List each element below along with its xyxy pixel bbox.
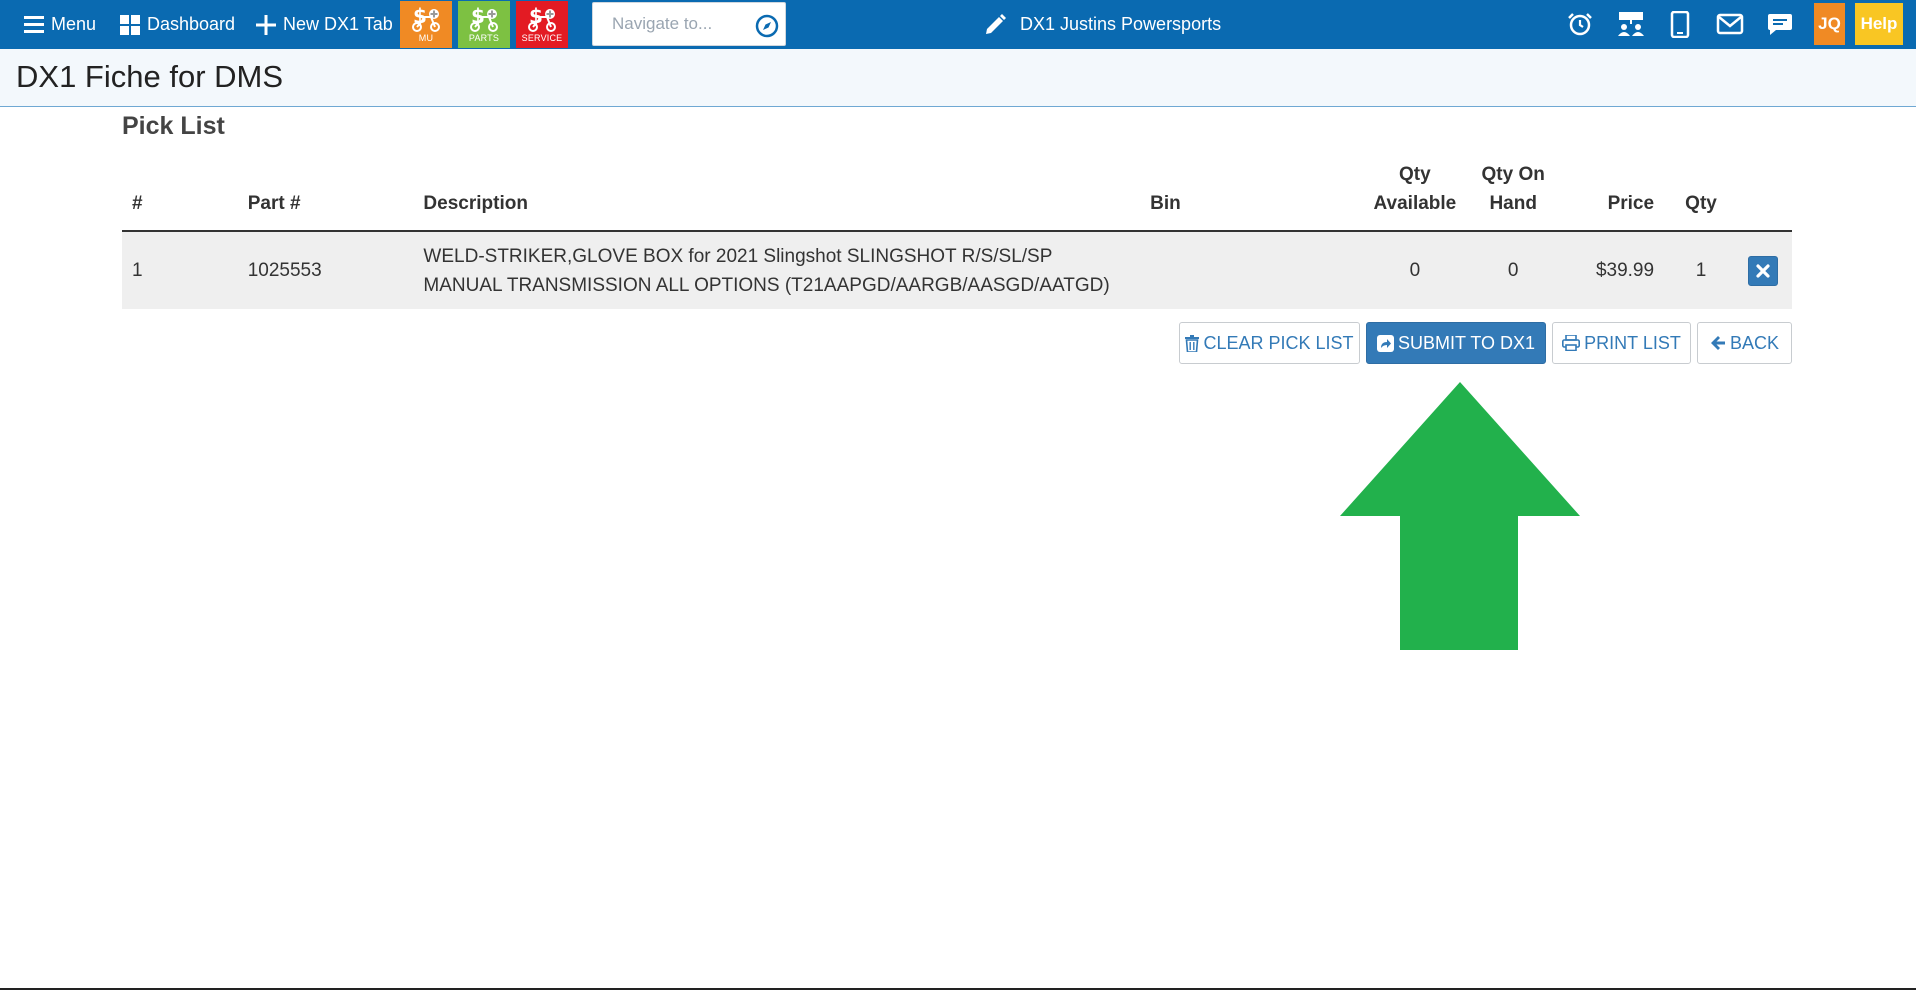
header-qty-available-line1: Qty xyxy=(1399,164,1431,185)
quick-parts-label: PARTS xyxy=(468,33,500,43)
header-qty-available-line2: Available xyxy=(1373,193,1457,214)
cell-actions xyxy=(1737,231,1792,309)
quick-parts-button[interactable]: $ PARTS xyxy=(458,1,510,48)
green-up-arrow-annotation xyxy=(1340,382,1580,650)
top-navigation-bar: Menu Dashboard New DX1 Tab $ MU $ PARTS xyxy=(0,0,1916,49)
compass-icon[interactable] xyxy=(755,14,779,38)
envelope-icon[interactable] xyxy=(1716,11,1744,37)
mobile-phone-icon[interactable] xyxy=(1670,11,1690,38)
navigate-search-input[interactable] xyxy=(594,4,744,44)
cell-qty-on-hand: 0 xyxy=(1466,231,1561,309)
page-title: DX1 Fiche for DMS xyxy=(16,59,284,94)
menu-button[interactable]: Menu xyxy=(24,0,96,49)
cell-qty: 1 xyxy=(1664,231,1738,309)
cell-bin xyxy=(1140,231,1364,309)
clear-pick-list-button[interactable]: CLEAR PICK LIST xyxy=(1179,322,1360,364)
dollar-motorcycle-icon: $ xyxy=(470,4,498,32)
help-button[interactable]: Help xyxy=(1855,3,1903,45)
hamburger-icon xyxy=(24,16,44,33)
alarm-clock-icon[interactable] xyxy=(1567,11,1593,37)
dashboard-button[interactable]: Dashboard xyxy=(120,0,235,49)
quick-service-label: SERVICE xyxy=(521,33,563,43)
chat-bubble-icon[interactable] xyxy=(1766,11,1794,37)
submit-to-dx1-label: SUBMIT TO DX1 xyxy=(1397,332,1536,353)
close-icon xyxy=(1756,263,1770,278)
new-dx1-tab-label: New DX1 Tab xyxy=(283,14,393,34)
dashboard-grid-icon xyxy=(120,14,140,35)
menu-label: Menu xyxy=(51,14,97,34)
user-initials-label: JQ xyxy=(1818,14,1841,33)
submit-to-dx1-button[interactable]: SUBMIT TO DX1 xyxy=(1366,322,1546,364)
quick-service-button[interactable]: $ SERVICE xyxy=(516,1,568,48)
header-qty-on-hand-line1: Qty On xyxy=(1481,164,1545,185)
pick-list-title: Pick List xyxy=(122,112,225,140)
description-line2: MANUAL TRANSMISSION ALL OPTIONS (T21AAPG… xyxy=(423,274,1110,296)
share-square-icon xyxy=(1376,334,1394,352)
back-button[interactable]: BACK xyxy=(1697,322,1792,364)
header-number: # xyxy=(122,160,238,232)
org-chart-icon[interactable] xyxy=(1617,11,1645,37)
back-label: BACK xyxy=(1729,332,1780,353)
pencil-icon xyxy=(986,13,1006,34)
quick-mu-label: MU xyxy=(418,33,434,43)
page-header: DX1 Fiche for DMS xyxy=(0,49,1916,107)
header-qty-on-hand: Qty On Hand xyxy=(1466,160,1561,232)
clear-pick-list-label: CLEAR PICK LIST xyxy=(1203,332,1354,353)
header-description: Description xyxy=(413,160,1141,232)
dollar-motorcycle-icon: $ xyxy=(528,4,556,32)
header-qty: Qty xyxy=(1664,160,1738,232)
pick-list-table: # Part # Description Bin Qty Available Q… xyxy=(122,160,1792,309)
table-header-row: # Part # Description Bin Qty Available Q… xyxy=(122,160,1792,232)
description-line1: WELD-STRIKER,GLOVE BOX for 2021 Slingsho… xyxy=(423,245,1053,267)
new-dx1-tab-button[interactable]: New DX1 Tab xyxy=(256,0,393,49)
print-list-button[interactable]: PRINT LIST xyxy=(1552,322,1691,364)
cell-part-number: 1025553 xyxy=(237,231,414,309)
quick-mu-button[interactable]: $ MU xyxy=(400,1,452,48)
cell-description: WELD-STRIKER,GLOVE BOX for 2021 Slingsho… xyxy=(413,231,1141,309)
print-list-label: PRINT LIST xyxy=(1584,332,1681,353)
plus-icon xyxy=(256,14,276,35)
header-qty-available: Qty Available xyxy=(1363,160,1467,232)
header-part-number: Part # xyxy=(237,160,414,232)
user-initials-badge[interactable]: JQ xyxy=(1814,3,1845,45)
header-bin: Bin xyxy=(1140,160,1364,232)
arrow-left-icon xyxy=(1710,336,1725,350)
trash-icon xyxy=(1185,334,1200,352)
cell-price: $39.99 xyxy=(1560,231,1665,309)
dealer-name-label: DX1 Justins Powersports xyxy=(1020,14,1222,34)
header-price: Price xyxy=(1560,160,1665,232)
help-label: Help xyxy=(1860,14,1898,33)
remove-item-button[interactable] xyxy=(1747,255,1778,286)
dollar-motorcycle-icon: $ xyxy=(412,4,440,32)
cell-qty-available: 0 xyxy=(1363,231,1467,309)
dealer-name-button[interactable]: DX1 Justins Powersports xyxy=(984,0,1221,49)
header-qty-on-hand-line2: Hand xyxy=(1489,193,1537,214)
printer-icon xyxy=(1562,335,1581,351)
dashboard-label: Dashboard xyxy=(147,14,236,34)
header-actions xyxy=(1737,160,1792,232)
navigate-search-box xyxy=(592,2,786,46)
cell-number: 1 xyxy=(122,231,238,309)
table-row: 1 1025553 WELD-STRIKER,GLOVE BOX for 202… xyxy=(122,231,1792,309)
